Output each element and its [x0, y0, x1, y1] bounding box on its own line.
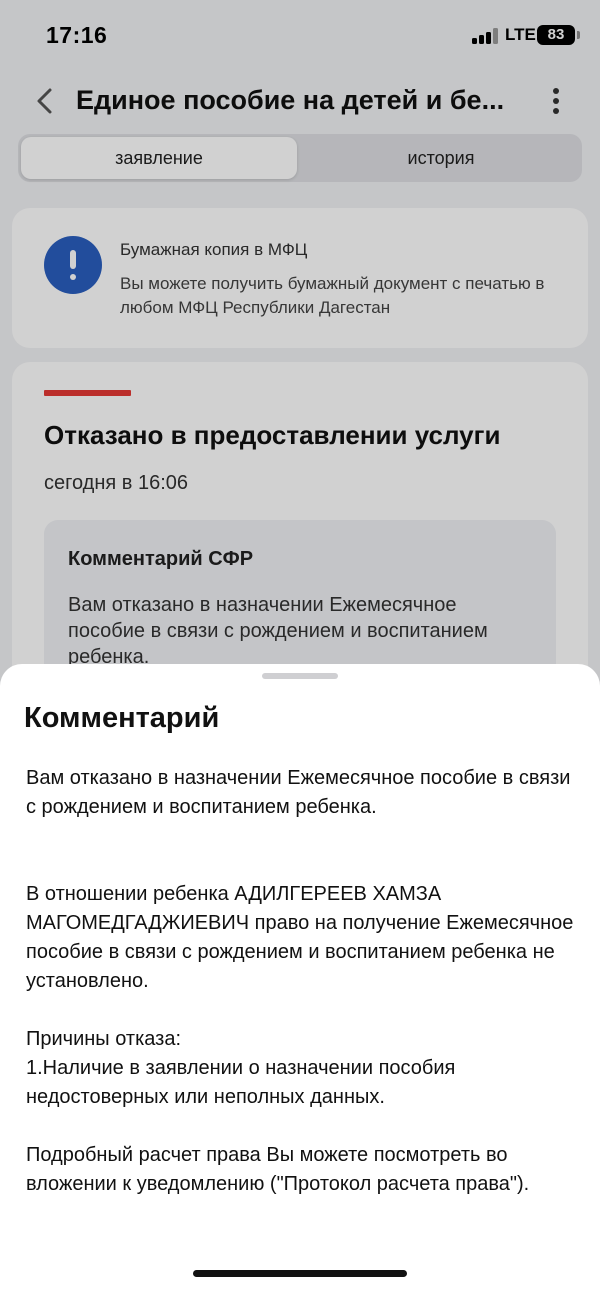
sheet-handle[interactable] — [262, 673, 338, 679]
comment-sheet: Комментарий Вам отказано в назначении Еж… — [0, 664, 600, 1297]
sheet-title: Комментарий — [24, 702, 220, 734]
sheet-body: Вам отказано в назначении Ежемесячное по… — [26, 767, 574, 1195]
home-indicator[interactable] — [193, 1270, 407, 1277]
